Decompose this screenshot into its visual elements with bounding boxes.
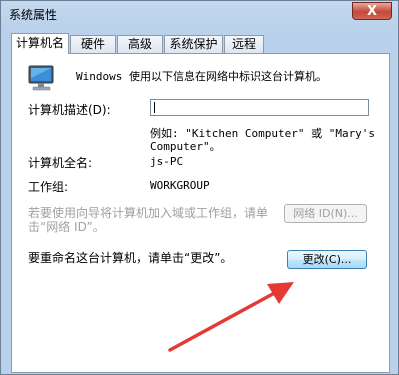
tab-computer-name[interactable]: 计算机名	[11, 33, 69, 54]
tab-system-protection[interactable]: 系统保护	[164, 35, 223, 53]
annotation-arrow	[168, 282, 294, 352]
computer-name-panel: Windows 使用以下信息在网络中标识这台计算机。 计算机描述(D): 例如:…	[11, 53, 390, 373]
arrow-shaft	[168, 288, 282, 352]
window-title: 系统属性	[9, 8, 58, 22]
title-bar[interactable]: 系统属性 X	[1, 1, 398, 29]
close-button[interactable]: X	[352, 2, 392, 20]
tab-remote[interactable]: 远程	[224, 35, 264, 53]
tab-hardware[interactable]: 硬件	[70, 35, 116, 53]
tab-advanced[interactable]: 高级	[117, 35, 163, 53]
system-properties-window: 系统属性 X 计算机名 硬件 高级 系统保护 远程 Windows 使用以下信息…	[0, 0, 399, 375]
